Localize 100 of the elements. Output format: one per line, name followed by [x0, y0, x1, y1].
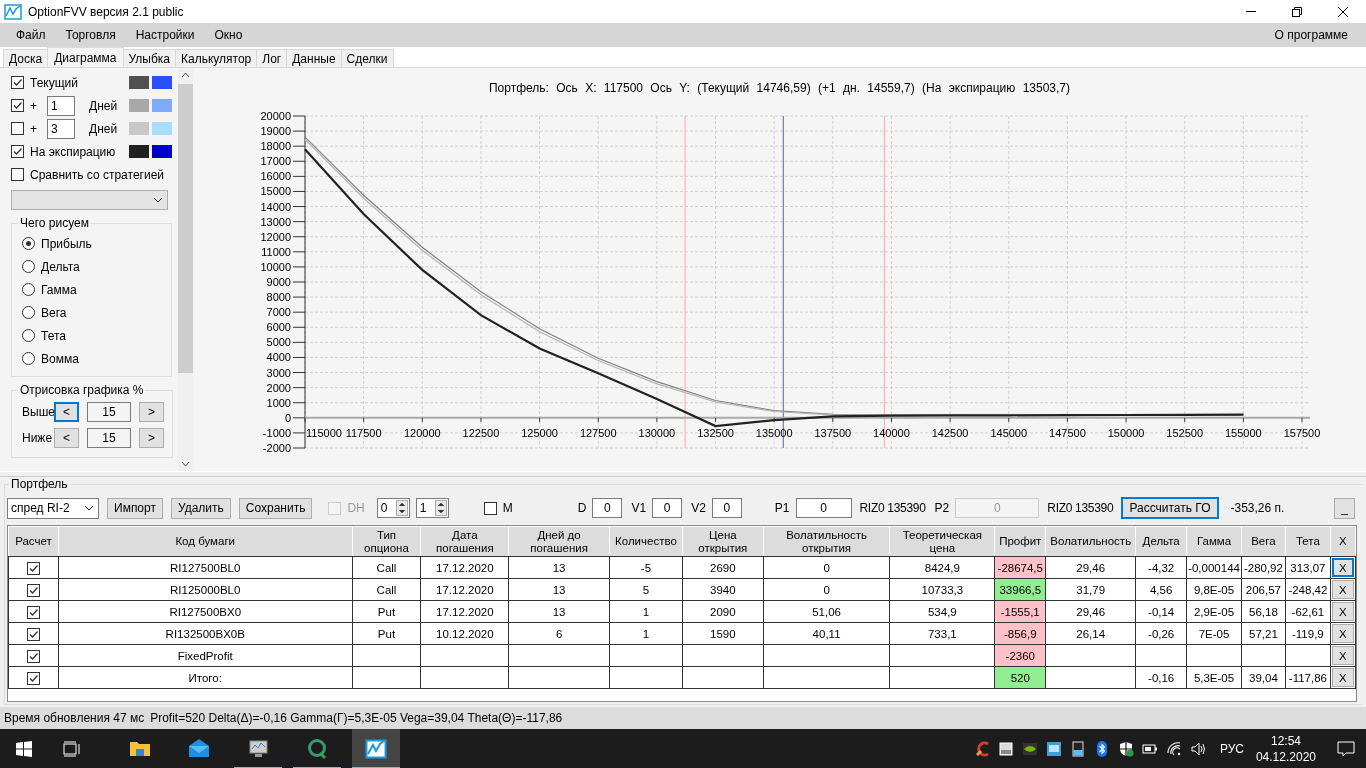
input-field[interactable]: 0	[592, 498, 623, 518]
scroll-down-icon[interactable]	[181, 461, 190, 467]
column-header[interactable]: Цена открытия	[682, 526, 764, 557]
column-header[interactable]: Код бумаги	[58, 526, 353, 557]
input-field[interactable]: 0	[711, 498, 742, 518]
column-header[interactable]: Профит	[994, 526, 1046, 557]
speaker-icon[interactable]	[1189, 741, 1206, 757]
input-field[interactable]: 0	[795, 498, 852, 518]
menu-item[interactable]: Файл	[6, 28, 56, 42]
spinner-field[interactable]: 0	[376, 498, 410, 518]
radio-button[interactable]	[22, 283, 35, 296]
menu-item[interactable]: Настройки	[125, 28, 205, 42]
checkbox[interactable]	[11, 99, 24, 112]
column-header[interactable]: Теоретическая цена	[889, 526, 995, 557]
taskbar-app[interactable]	[352, 729, 400, 768]
task-view-icon[interactable]	[63, 741, 81, 757]
color-swatch[interactable]	[152, 76, 172, 89]
shield-icon[interactable]	[1117, 741, 1134, 757]
column-header[interactable]: Тип опциона	[352, 526, 421, 557]
toolbar-button[interactable]: Импорт	[107, 497, 163, 519]
checkbox[interactable]	[483, 501, 497, 515]
days-field[interactable]: 1	[47, 95, 75, 116]
column-header[interactable]: Расчет	[8, 526, 59, 557]
radio-button[interactable]	[22, 352, 35, 365]
monitor-icon[interactable]	[1045, 741, 1062, 757]
clock-date[interactable]: 04.12.2020	[1255, 749, 1316, 765]
collapse-button[interactable]: _	[1334, 497, 1355, 519]
column-header[interactable]: Дата погашения	[420, 526, 509, 557]
delete-button[interactable]: X	[1331, 624, 1354, 643]
column-header[interactable]: Дней до погашения	[508, 526, 610, 557]
tab[interactable]: Диаграмма	[47, 47, 124, 67]
column-header[interactable]: Тета	[1285, 526, 1331, 557]
window-icon[interactable]	[997, 741, 1014, 757]
menu-item[interactable]: Окно	[204, 28, 253, 42]
tray-app-icon[interactable]	[1021, 741, 1038, 757]
checkbox[interactable]	[26, 605, 40, 619]
strategy-dropdown[interactable]: спред RI-2	[7, 497, 99, 519]
decrease-button[interactable]: <	[54, 428, 79, 448]
column-header[interactable]: X	[1330, 526, 1356, 557]
tab[interactable]: Сделки	[340, 49, 394, 67]
maximize-icon[interactable]	[1291, 5, 1303, 18]
calc-button[interactable]: Рассчитать ГО	[1121, 497, 1219, 519]
radio-button[interactable]	[22, 329, 35, 342]
days-field[interactable]: 3	[47, 118, 75, 139]
scrollbar-thumb[interactable]	[178, 84, 193, 373]
column-header[interactable]: Дельта	[1135, 526, 1187, 557]
checkbox[interactable]	[26, 649, 40, 663]
toolbar-button[interactable]: Сохранить	[238, 497, 313, 519]
delete-button[interactable]: X	[1331, 602, 1354, 621]
value-field[interactable]: 15	[87, 402, 131, 422]
radio-button[interactable]	[22, 237, 35, 250]
column-header[interactable]: Вега	[1241, 526, 1286, 557]
delete-button[interactable]: X	[1331, 580, 1354, 599]
scroll-up-icon[interactable]	[181, 72, 190, 78]
increase-button[interactable]: >	[139, 428, 164, 448]
windows-logo-icon[interactable]	[16, 741, 32, 757]
tab[interactable]: Доска	[3, 49, 49, 67]
color-swatch[interactable]	[129, 122, 149, 135]
tab[interactable]: Лог	[256, 49, 288, 67]
tab[interactable]: Калькулятор	[175, 49, 258, 67]
tab[interactable]: Улыбка	[122, 49, 177, 67]
color-swatch[interactable]	[152, 99, 172, 112]
decrease-button[interactable]: <	[54, 402, 79, 422]
notification-icon[interactable]	[1337, 741, 1355, 757]
color-swatch[interactable]	[152, 145, 172, 158]
close-icon[interactable]	[1337, 5, 1349, 18]
value-field[interactable]: 15	[87, 428, 131, 448]
column-header[interactable]: Волатильность открытия	[763, 526, 890, 557]
checkbox[interactable]	[11, 122, 24, 135]
tab[interactable]: Данные	[286, 49, 342, 67]
checkbox[interactable]	[26, 671, 40, 685]
column-header[interactable]: Волатильность	[1045, 526, 1136, 557]
battery-level-icon[interactable]	[1069, 741, 1086, 757]
column-header[interactable]: Гамма	[1186, 526, 1242, 557]
spinner-field[interactable]: 1	[415, 498, 449, 518]
radio-button[interactable]	[22, 260, 35, 273]
checkbox[interactable]	[11, 168, 24, 181]
color-swatch[interactable]	[152, 122, 172, 135]
toolbar-button[interactable]: Удалить	[170, 497, 231, 519]
battery-icon[interactable]	[1141, 741, 1158, 757]
color-swatch[interactable]	[129, 99, 149, 112]
input-field[interactable]: 0	[652, 498, 683, 518]
wifi-icon[interactable]	[1165, 741, 1182, 757]
clock-time[interactable]: 12:54	[1270, 733, 1301, 749]
menu-item[interactable]: Торговля	[55, 28, 126, 42]
radio-button[interactable]	[22, 306, 35, 319]
spin-arrows-icon[interactable]	[434, 500, 447, 516]
column-header[interactable]: Количество	[609, 526, 683, 557]
checkbox[interactable]	[26, 627, 40, 641]
checkbox[interactable]	[26, 583, 40, 597]
checkbox[interactable]	[11, 145, 24, 158]
language-indicator[interactable]: РУС	[1219, 742, 1244, 756]
color-swatch[interactable]	[129, 76, 149, 89]
delete-button[interactable]: X	[1331, 646, 1354, 665]
spin-arrows-icon[interactable]	[395, 500, 408, 516]
color-swatch[interactable]	[129, 145, 149, 158]
delete-button[interactable]: X	[1331, 558, 1354, 577]
delete-button[interactable]: X	[1331, 668, 1354, 687]
menu-item[interactable]: О программе	[1264, 28, 1358, 42]
checkbox[interactable]	[26, 561, 40, 575]
